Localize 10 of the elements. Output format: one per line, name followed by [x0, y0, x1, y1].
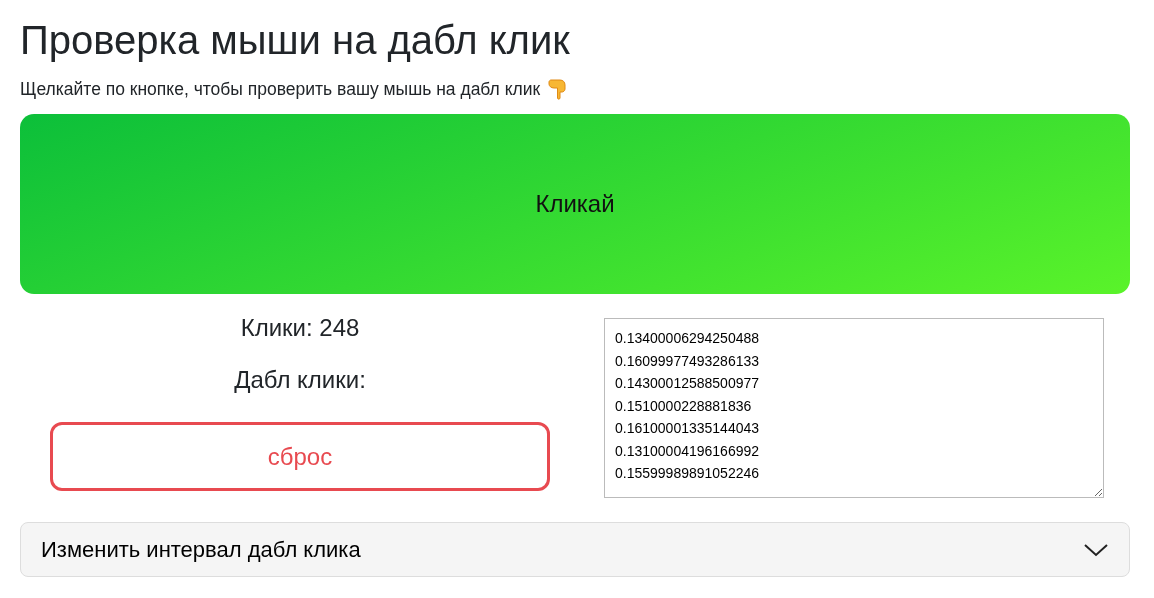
- intervals-field[interactable]: 0.13400006294250488 0.16099977493286133 0.14300012588500977 0.1510000228881836 0.16100001335144043 0.13100004196166992 0.15599989891052246: [604, 318, 1104, 499]
- chevron-icon: [1083, 541, 1109, 558]
- clicks-counter: Клики: 248: [240, 313, 360, 344]
- click-button[interactable]: Кликай: [20, 114, 1130, 295]
- accordion-header[interactable]: Изменить интервал дабл клика: [20, 522, 1130, 578]
- double-clicks-counter: Дабл клики:: [234, 365, 366, 396]
- reset-button[interactable]: сброс: [50, 422, 550, 492]
- hand-icon: [548, 78, 569, 101]
- subtitle: Щелкайте по кнопке, чтобы проверить вашу мышь на дабл клик: [20, 78, 541, 101]
- page-title: Проверка мыши на дабл клик: [20, 17, 571, 64]
